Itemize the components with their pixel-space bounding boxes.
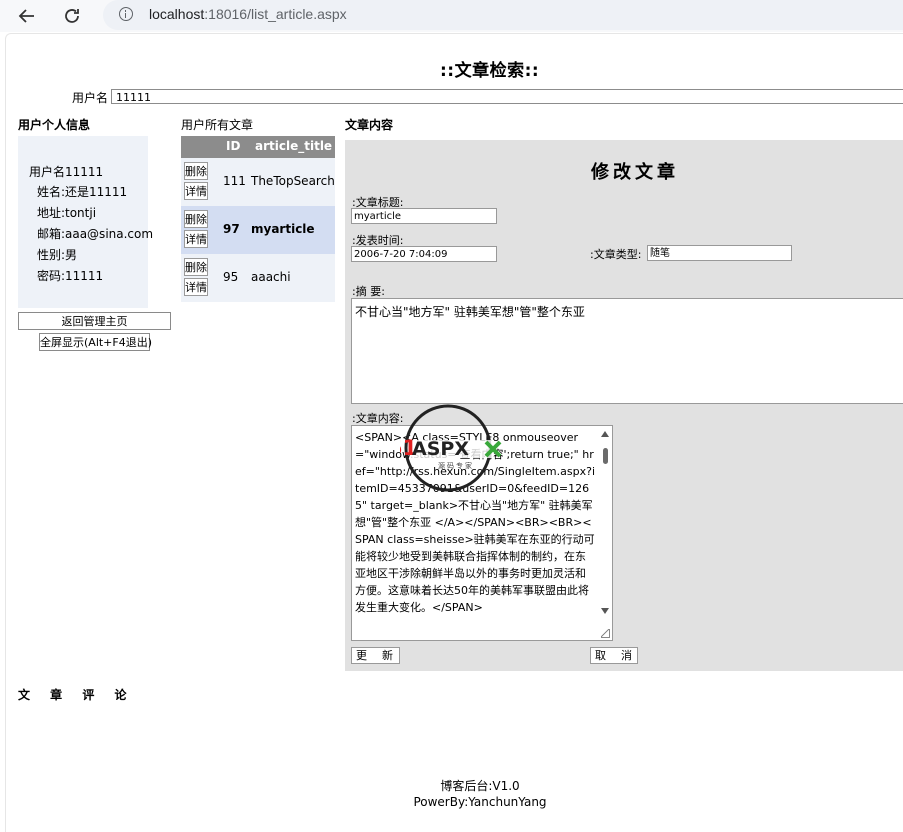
article-title: aaachi bbox=[251, 270, 291, 284]
update-button[interactable]: 更新 bbox=[351, 647, 400, 664]
article-title: myarticle bbox=[251, 222, 315, 236]
edit-article-heading: 修改文章 bbox=[591, 162, 679, 183]
page-title: ::文章检索:: bbox=[440, 61, 540, 81]
summary-text: 不甘心当"地方军" 驻韩美军想"管"整个东亚 bbox=[355, 305, 585, 319]
info-row-username: 用户名11111 bbox=[28, 165, 104, 179]
url-text: localhost:18016/list_article.aspx bbox=[149, 6, 347, 22]
resize-grip-icon[interactable] bbox=[601, 629, 610, 638]
article-grid: ID article_title 删除 详情 111 TheTopSearch … bbox=[181, 136, 335, 302]
info-row-password: 密码:11111 bbox=[36, 269, 104, 283]
content-scrollbar[interactable] bbox=[598, 426, 612, 640]
detail-button[interactable]: 详情 bbox=[184, 182, 208, 200]
publish-time-input[interactable]: 2006-7-20 7:04:09 bbox=[351, 246, 497, 262]
column-header-id[interactable]: ID bbox=[226, 139, 240, 153]
fullscreen-button[interactable]: 全屏显示(Alt+F4退出) bbox=[39, 333, 152, 351]
info-row-name: 姓名:还是11111 bbox=[36, 185, 128, 199]
back-arrow-icon[interactable] bbox=[15, 4, 39, 28]
browser-toolbar: localhost:18016/list_article.aspx bbox=[0, 0, 903, 32]
table-row-selected: 删除 详情 97 myarticle bbox=[181, 206, 335, 254]
article-id: 97 bbox=[223, 222, 240, 236]
article-type-input[interactable]: 随笔 bbox=[647, 245, 792, 261]
footer: 博客后台:V1.0 PowerBy:YanchunYang bbox=[380, 778, 580, 810]
info-row-email: 邮箱:aaa@sina.com bbox=[36, 227, 154, 241]
article-title-input[interactable]: myarticle bbox=[351, 208, 497, 224]
watermark-tagline: 源码专家 bbox=[438, 461, 474, 470]
info-row-address: 地址:tontji bbox=[36, 206, 97, 220]
back-to-admin-button[interactable]: 返回管理主页 bbox=[18, 312, 171, 330]
watermark-logo: 51 ASPX 源码专家 bbox=[388, 402, 510, 492]
article-type-label: :文章类型: bbox=[590, 248, 642, 261]
footer-powered-by: PowerBy:YanchunYang bbox=[413, 795, 547, 809]
address-bar[interactable]: localhost:18016/list_article.aspx bbox=[103, 0, 903, 30]
info-row-gender: 性别:男 bbox=[36, 248, 78, 262]
detail-button[interactable]: 详情 bbox=[184, 278, 208, 296]
comments-heading: 文 章 评 论 bbox=[18, 688, 135, 702]
url-path: :18016/list_article.aspx bbox=[204, 6, 347, 22]
content-label: :文章内容: bbox=[352, 412, 404, 425]
delete-button[interactable]: 删除 bbox=[184, 258, 208, 276]
article-id: 111 bbox=[223, 174, 246, 188]
article-title: TheTopSearch bbox=[251, 174, 335, 188]
table-row: 删除 详情 95 aaachi bbox=[181, 254, 335, 302]
url-host: localhost bbox=[149, 6, 205, 22]
scroll-down-icon[interactable] bbox=[601, 608, 609, 614]
user-name-label: 用户名 bbox=[72, 91, 109, 105]
delete-button[interactable]: 删除 bbox=[184, 210, 208, 228]
site-info-icon[interactable] bbox=[119, 7, 133, 21]
user-articles-heading: 用户所有文章 bbox=[181, 118, 254, 132]
svg-text:ASPX: ASPX bbox=[412, 438, 469, 460]
footer-version: 博客后台:V1.0 bbox=[440, 779, 520, 793]
summary-label: :摘 要: bbox=[352, 285, 385, 298]
user-name-input[interactable]: 11111 bbox=[111, 89, 903, 104]
scroll-thumb[interactable] bbox=[603, 448, 608, 464]
cancel-button[interactable]: 取消 bbox=[590, 647, 638, 664]
scroll-up-icon[interactable] bbox=[601, 431, 609, 437]
delete-button[interactable]: 删除 bbox=[184, 162, 208, 180]
reload-icon[interactable] bbox=[60, 4, 84, 28]
user-info-panel: 用户名11111 姓名:还是11111 地址:tontji 邮箱:aaa@sin… bbox=[18, 136, 153, 308]
article-id: 95 bbox=[223, 270, 239, 284]
column-header-title[interactable]: article_title bbox=[255, 139, 332, 153]
user-info-heading: 用户个人信息 bbox=[18, 118, 91, 132]
article-content-heading: 文章内容 bbox=[345, 118, 394, 132]
detail-button[interactable]: 详情 bbox=[184, 230, 208, 248]
table-row: 删除 详情 111 TheTopSearch bbox=[181, 158, 335, 206]
grid-header: ID article_title bbox=[181, 136, 335, 158]
summary-textarea[interactable]: 不甘心当"地方军" 驻韩美军想"管"整个东亚 bbox=[351, 298, 903, 404]
